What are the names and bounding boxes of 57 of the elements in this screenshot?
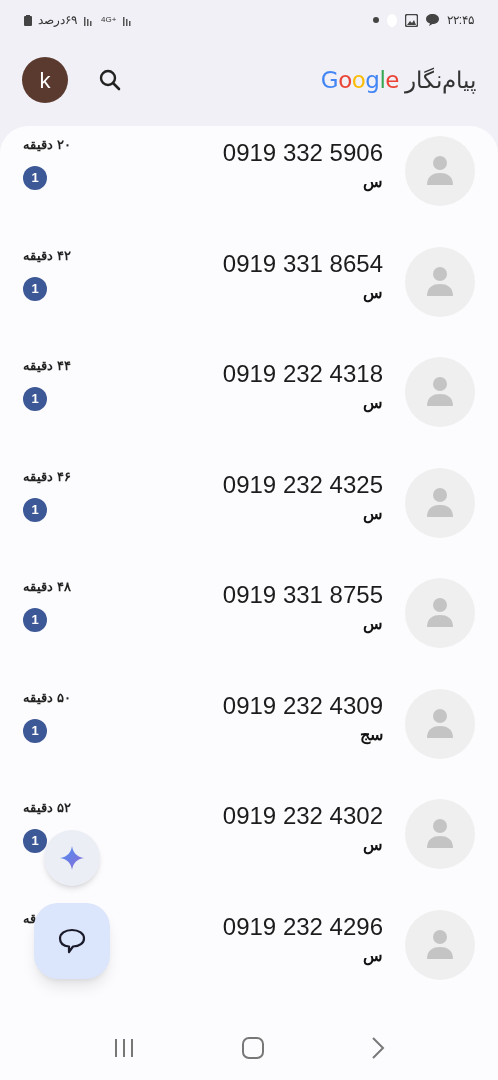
unread-count-badge: 1 — [23, 718, 47, 743]
google-logo: Google — [320, 65, 399, 95]
contact-phone-number: 0919 331 8654 — [222, 248, 383, 279]
chat-bubble-icon — [58, 927, 86, 955]
app-title: پیام‌نگار — [405, 65, 476, 96]
contact-phone-number: 0919 331 8755 — [222, 580, 383, 610]
message-time: ۴۶ دقیقه — [23, 467, 71, 486]
contact-phone-number: 0919 332 5906 — [222, 138, 383, 168]
message-preview: س — [363, 503, 383, 525]
person-icon — [426, 486, 454, 519]
unread-count-badge: 1 — [23, 276, 47, 301]
message-preview: س — [363, 614, 383, 635]
account-avatar[interactable]: k — [22, 57, 68, 103]
message-time: قه — [23, 909, 36, 928]
contact-phone-number: 0919 232 4318 — [222, 359, 383, 389]
unread-count-badge: 1 — [23, 829, 47, 853]
search-icon[interactable] — [97, 67, 123, 93]
message-preview: سج — [360, 724, 383, 746]
message-time: ۴۲ دقیقه — [23, 246, 71, 265]
message-preview: س — [363, 172, 383, 193]
unread-count-badge: 1 — [23, 166, 47, 190]
person-icon — [426, 376, 454, 408]
message-time: ۵۰ دقیقه — [23, 688, 71, 707]
person-icon — [426, 597, 454, 629]
message-time: ۴۴ دقیقه — [23, 357, 71, 375]
clock-time: ۲۲:۴۵ — [446, 12, 474, 29]
network-type: 4G+ — [101, 16, 117, 24]
contact-phone-number: 0919 232 4296 — [222, 911, 383, 942]
message-preview: س — [363, 945, 383, 967]
person-icon — [426, 818, 454, 850]
battery-percent: ۶۹درصد — [38, 12, 77, 29]
dot-icon — [372, 17, 379, 23]
contact-phone-number: 0919 232 4302 — [222, 801, 383, 831]
person-icon — [426, 265, 454, 298]
unread-count-badge: 1 — [23, 387, 47, 411]
signal-icon — [83, 14, 95, 26]
contact-phone-number: 0919 232 4325 — [222, 469, 383, 500]
image-icon — [404, 13, 418, 27]
unread-count-badge: 1 — [23, 608, 47, 632]
battery-icon — [24, 14, 32, 26]
person-icon — [426, 707, 454, 740]
contact-phone-number: 0919 232 4309 — [222, 690, 383, 721]
chat-icon — [425, 14, 439, 26]
unread-count-badge: 1 — [23, 497, 47, 522]
message-preview: س — [363, 282, 383, 304]
back-icon[interactable] — [370, 1037, 385, 1059]
person-icon — [426, 155, 454, 187]
message-preview: س — [363, 835, 383, 856]
recent-apps-icon[interactable] — [113, 1038, 136, 1058]
message-preview: س — [363, 393, 383, 414]
message-time: ۵۲ دقیقه — [23, 799, 71, 817]
person-icon — [426, 928, 454, 961]
home-icon[interactable] — [242, 1037, 264, 1059]
new-chat-button[interactable] — [34, 903, 110, 979]
message-time: ۴۸ دقیقه — [23, 578, 71, 596]
sparkle-icon — [60, 846, 84, 870]
message-time: ۲۰ دقیقه — [23, 136, 71, 154]
